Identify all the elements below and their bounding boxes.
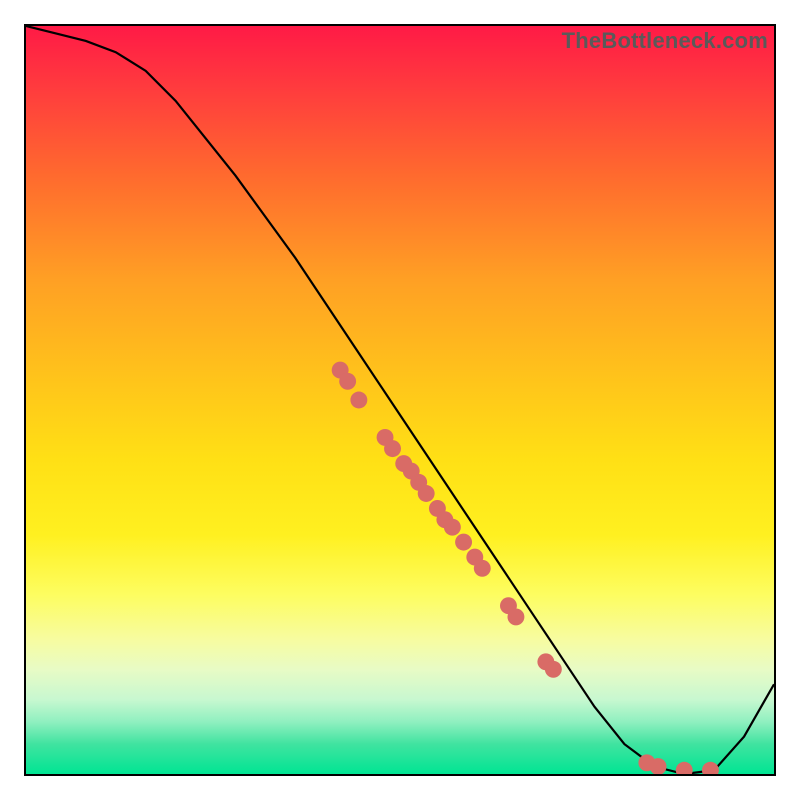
plot-area: TheBottleneck.com [24,24,776,776]
scatter-group [332,362,719,774]
scatter-point [702,762,719,774]
scatter-point [444,519,461,536]
curve-line [26,26,774,774]
scatter-point [455,534,472,551]
scatter-point [339,373,356,390]
curve-line-group [26,26,774,774]
scatter-point [507,608,524,625]
scatter-point [350,392,367,409]
scatter-point [545,661,562,678]
scatter-point [676,762,693,774]
chart-svg [26,26,774,774]
chart-container: TheBottleneck.com [0,0,800,800]
scatter-point [418,485,435,502]
watermark-label: TheBottleneck.com [562,28,768,54]
scatter-point [474,560,491,577]
scatter-point [384,440,401,457]
